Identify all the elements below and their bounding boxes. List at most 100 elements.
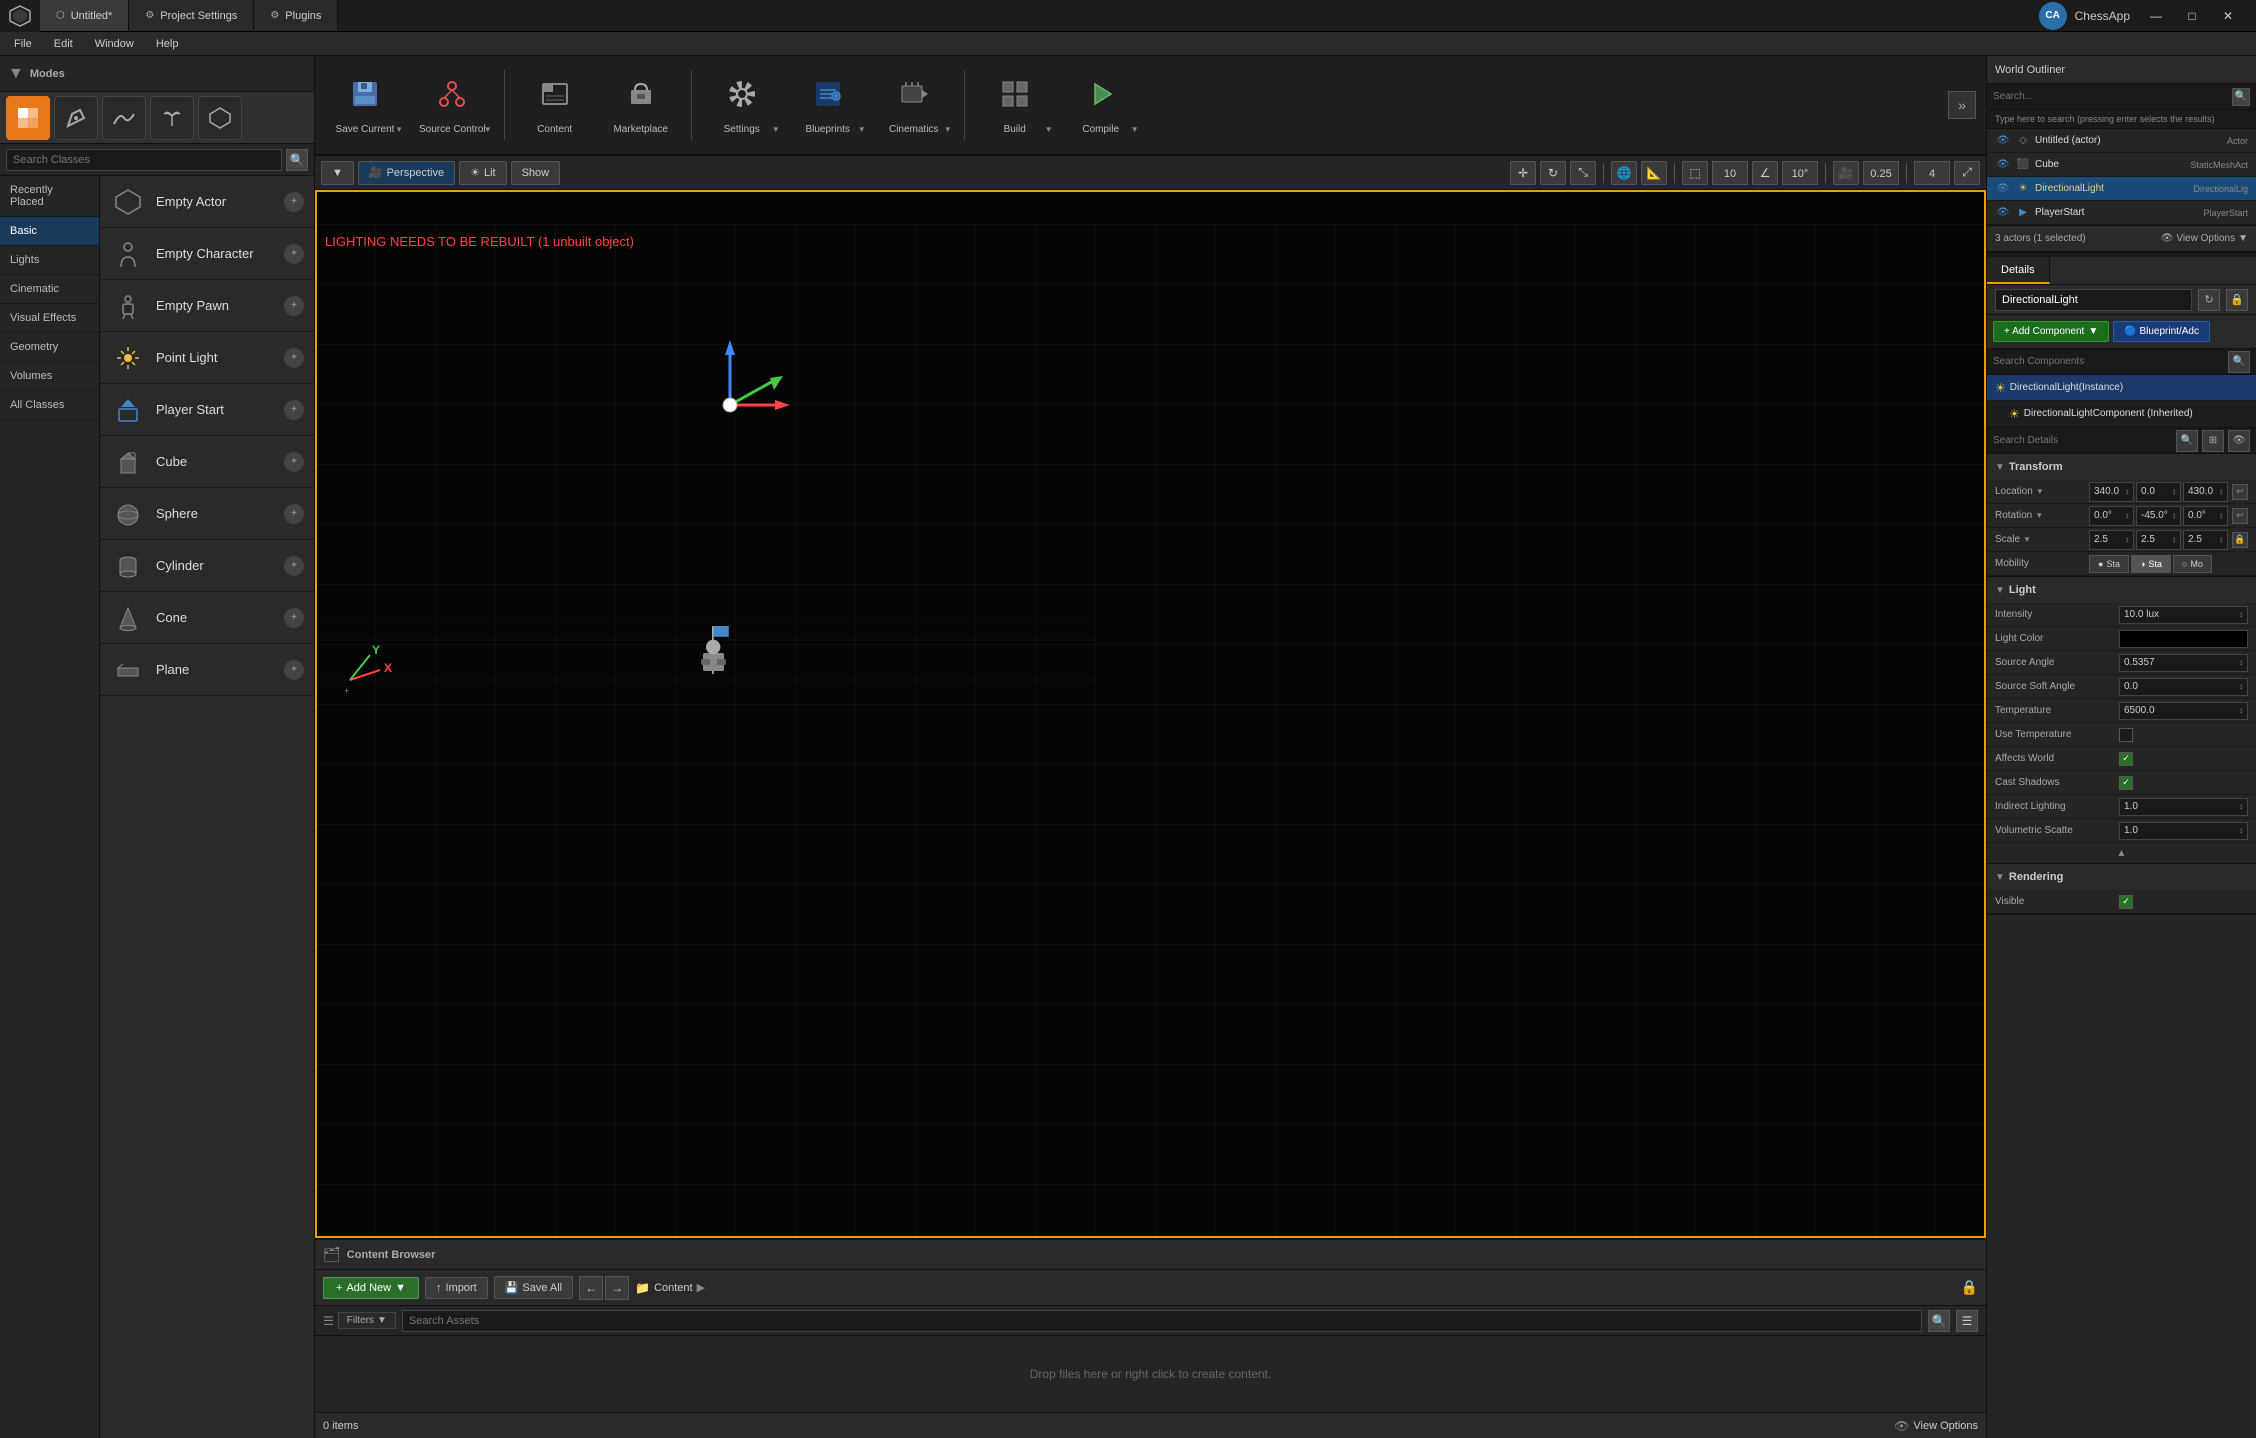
- search-comp-btn[interactable]: 🔍: [2228, 351, 2250, 373]
- content-browser-content[interactable]: Drop files here or right click to create…: [315, 1336, 1986, 1412]
- wo-view-options[interactable]: 👁 View Options ▼: [2161, 233, 2248, 244]
- toolbar-expand-button[interactable]: »: [1948, 91, 1976, 119]
- menu-file[interactable]: File: [4, 36, 42, 52]
- marketplace-button[interactable]: Marketplace: [601, 62, 681, 148]
- angle-snap-btn[interactable]: ∠: [1752, 161, 1778, 185]
- tab-untitled[interactable]: ⬡ Untitled*: [40, 0, 129, 31]
- light-section-collapse-btn[interactable]: ▲: [1987, 843, 2256, 863]
- surface-snap-btn[interactable]: 📐: [1641, 161, 1667, 185]
- list-item-empty-pawn[interactable]: Empty Pawn +: [100, 280, 314, 332]
- mode-landscape-btn[interactable]: [102, 96, 146, 140]
- wo-item-player-start[interactable]: 👁 ▶ PlayerStart PlayerStart: [1987, 201, 2256, 225]
- location-z-field[interactable]: 430.0 ↕: [2183, 482, 2228, 502]
- close-button[interactable]: ✕: [2210, 0, 2246, 32]
- cast-shadows-checkbox[interactable]: [2119, 776, 2133, 790]
- category-cinematic[interactable]: Cinematic: [0, 275, 99, 304]
- search-assets-button[interactable]: 🔍: [1928, 1310, 1950, 1332]
- rotation-z-field[interactable]: 0.0° ↕: [2183, 506, 2228, 526]
- affects-world-checkbox[interactable]: [2119, 752, 2133, 766]
- transform-section-header[interactable]: ▼ Transform: [1987, 454, 2256, 480]
- category-all-classes[interactable]: All Classes: [0, 391, 99, 420]
- point-light-add-btn[interactable]: +: [284, 348, 304, 368]
- cube-add-btn[interactable]: +: [284, 452, 304, 472]
- translate-icon-btn[interactable]: ✛: [1510, 161, 1536, 185]
- list-item-cube[interactable]: Cube +: [100, 436, 314, 488]
- sphere-add-btn[interactable]: +: [284, 504, 304, 524]
- tab-project-settings[interactable]: ⚙ Project Settings: [129, 0, 254, 31]
- list-item-cylinder[interactable]: Cylinder +: [100, 540, 314, 592]
- visible-checkbox[interactable]: [2119, 895, 2133, 909]
- rotation-x-field[interactable]: 0.0° ↕: [2089, 506, 2134, 526]
- add-component-button[interactable]: + Add Component ▼: [1993, 321, 2109, 342]
- mode-place-btn[interactable]: [6, 96, 50, 140]
- source-angle-field[interactable]: 0.5357 ↕: [2119, 654, 2248, 672]
- import-button[interactable]: ↑ Import: [425, 1277, 488, 1299]
- location-lock-btn[interactable]: ↩: [2232, 484, 2248, 500]
- grid-snap-btn[interactable]: ⬚: [1682, 161, 1708, 185]
- scale-z-field[interactable]: 2.5 ↕: [2183, 530, 2228, 550]
- search-classes-input[interactable]: [6, 149, 282, 171]
- mode-paint-btn[interactable]: [54, 96, 98, 140]
- dp-lock-icon-btn[interactable]: 🔒: [2226, 289, 2248, 311]
- empty-pawn-add-btn[interactable]: +: [284, 296, 304, 316]
- list-item-player-start[interactable]: Player Start +: [100, 384, 314, 436]
- search-classes-button[interactable]: 🔍: [286, 149, 308, 171]
- source-control-button[interactable]: Source Control ▼: [411, 62, 494, 148]
- details-eye-btn[interactable]: 👁: [2228, 430, 2250, 452]
- light-section-header[interactable]: ▼ Light: [1987, 577, 2256, 603]
- mode-foliage-btn[interactable]: [150, 96, 194, 140]
- player-start-add-btn[interactable]: +: [284, 400, 304, 420]
- world-local-btn[interactable]: 🌐: [1611, 161, 1637, 185]
- cb-view-options[interactable]: 👁 View Options: [1894, 1419, 1978, 1433]
- wo-item-directional-light[interactable]: 👁 ☀ DirectionalLight DirectionalLig: [1987, 177, 2256, 201]
- list-item-empty-character[interactable]: Empty Character +: [100, 228, 314, 280]
- category-visual-effects[interactable]: Visual Effects: [0, 304, 99, 333]
- category-basic[interactable]: Basic: [0, 217, 99, 246]
- category-recently-placed[interactable]: Recently Placed: [0, 176, 99, 217]
- search-assets-input[interactable]: [402, 1310, 1922, 1332]
- cinematics-button[interactable]: Cinematics ▼: [874, 62, 954, 148]
- settings-button[interactable]: Settings ▼: [702, 62, 782, 148]
- scale-lock-btn[interactable]: 🔒: [2232, 532, 2248, 548]
- location-x-field[interactable]: 340.0 ↕: [2089, 482, 2134, 502]
- build-button[interactable]: Build ▼: [975, 62, 1055, 148]
- actor-name-input[interactable]: [1995, 289, 2192, 311]
- plane-add-btn[interactable]: +: [284, 660, 304, 680]
- search-components-input[interactable]: [1993, 356, 2224, 367]
- wo-item-untitled-actor[interactable]: 👁 ◇ Untitled (actor) Actor: [1987, 129, 2256, 153]
- temperature-field[interactable]: 6500.0 ↕: [2119, 702, 2248, 720]
- indirect-lighting-field[interactable]: 1.0 ↕: [2119, 798, 2248, 816]
- category-volumes[interactable]: Volumes: [0, 362, 99, 391]
- list-item-cone[interactable]: Cone +: [100, 592, 314, 644]
- save-current-button[interactable]: Save Current ▼: [325, 62, 405, 148]
- dp-refresh-icon-btn[interactable]: ↻: [2198, 289, 2220, 311]
- rotation-y-field[interactable]: -45.0° ↕: [2136, 506, 2181, 526]
- compile-button[interactable]: Compile ▼: [1061, 62, 1141, 148]
- maximize-viewport-btn[interactable]: ⤢: [1954, 161, 1980, 185]
- list-item-point-light[interactable]: Point Light +: [100, 332, 314, 384]
- list-item-sphere[interactable]: Sphere +: [100, 488, 314, 540]
- search-details-btn[interactable]: 🔍: [2176, 430, 2198, 452]
- menu-help[interactable]: Help: [146, 36, 189, 52]
- blueprints-button[interactable]: Blueprints ▼: [788, 62, 868, 148]
- scale-y-field[interactable]: 2.5 ↕: [2136, 530, 2181, 550]
- rotate-icon-btn[interactable]: ↻: [1540, 161, 1566, 185]
- mobility-static-btn[interactable]: ● Sta: [2089, 555, 2129, 573]
- nav-forward-button[interactable]: →: [605, 1276, 629, 1300]
- list-item-plane[interactable]: Plane +: [100, 644, 314, 696]
- wo-search-input[interactable]: [1993, 91, 2228, 102]
- mobility-movable-btn[interactable]: ○ Mo: [2173, 555, 2212, 573]
- source-soft-angle-field[interactable]: 0.0 ↕: [2119, 678, 2248, 696]
- save-all-button[interactable]: 💾 Save All: [494, 1276, 573, 1299]
- nav-back-button[interactable]: ←: [579, 1276, 603, 1300]
- blueprint-button[interactable]: 🔵 Blueprint/Adc: [2113, 321, 2210, 342]
- rotation-lock-btn[interactable]: ↩: [2232, 508, 2248, 524]
- details-grid-view-btn[interactable]: ⊞: [2202, 430, 2224, 452]
- wo-search-button[interactable]: 🔍: [2232, 88, 2250, 106]
- scale-x-field[interactable]: 2.5 ↕: [2089, 530, 2134, 550]
- viewport-dropdown-btn[interactable]: ▼: [321, 161, 354, 185]
- tab-plugins[interactable]: ⚙ Plugins: [254, 0, 338, 31]
- intensity-field[interactable]: 10.0 lux ↕: [2119, 606, 2248, 624]
- volumetric-field[interactable]: 1.0 ↕: [2119, 822, 2248, 840]
- lit-btn[interactable]: ☀ Lit: [459, 161, 507, 185]
